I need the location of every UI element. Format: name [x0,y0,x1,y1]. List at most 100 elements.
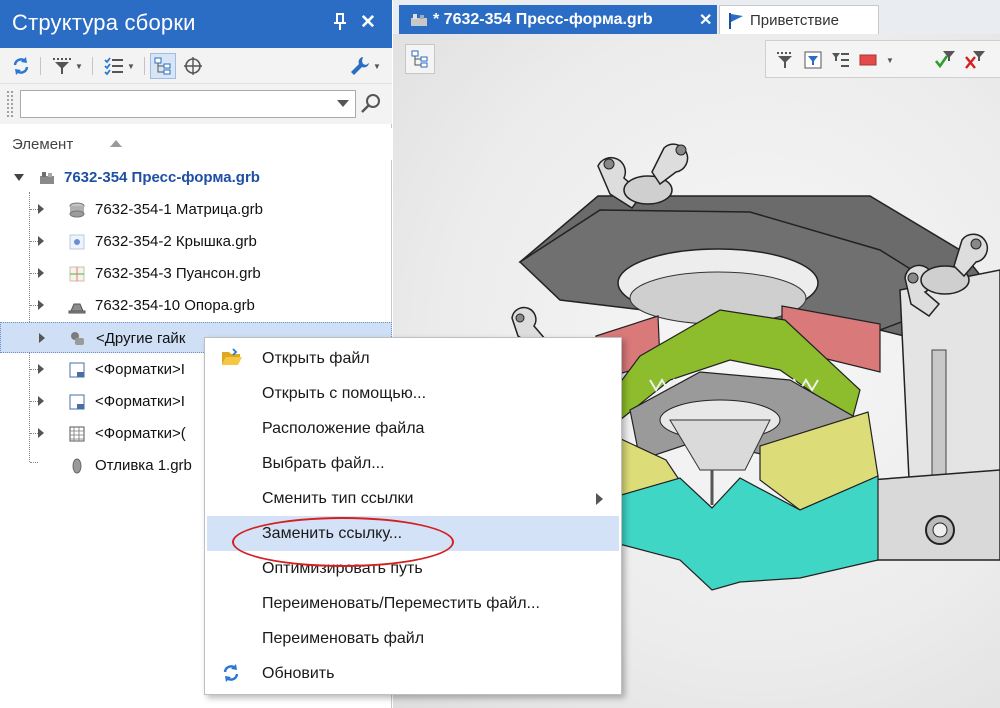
filter-clear-icon [965,51,985,69]
color-swatch-icon [859,54,877,66]
tree-item-row[interactable]: 7632-354-10 Опора.grb [0,290,392,321]
menu-item-label: Переименовать/Переместить файл... [262,595,540,612]
tree-item-label: 7632-354-3 Пуансон.grb [95,265,261,282]
expand-arrow-icon[interactable] [39,333,45,343]
folder-open-icon [222,348,242,365]
toolbar-separator [40,57,41,75]
expand-arrow-icon[interactable] [38,204,44,214]
tree-item-row[interactable]: 7632-354-3 Пуансон.grb [0,258,392,289]
tree-root-label: 7632-354 Пресс-форма.grb [64,169,260,186]
tree-item-label: <Форматки>I [95,361,185,378]
tree-structure-icon [411,50,428,68]
menu-item-label: Переименовать файл [262,630,425,647]
tree-item-row[interactable]: 7632-354-2 Крышка.grb [0,226,392,257]
filter-icon [53,58,72,74]
apply-filter-button[interactable] [934,49,956,71]
assembly-icon [40,172,54,184]
nut-part-icon [71,332,84,345]
toolbar-separator [144,57,145,75]
app-window: Структура сборки ✕ ▼ ▼ ▼ Элемент 7632-35… [0,0,1000,708]
menu-item-label: Заменить ссылку... [262,525,403,542]
refresh-icon [223,664,239,682]
tree-item-label: <Другие гайк [96,330,186,347]
search-input[interactable] [21,91,331,117]
assembly-icon [411,14,427,26]
filter-icon [777,52,793,68]
menu-item-refresh[interactable]: Обновить [207,656,619,691]
menu-item-label: Расположение файла [262,420,425,437]
chevron-down-icon: ▼ [886,55,894,65]
menu-item-open-file[interactable]: Открыть файл [207,341,619,376]
filter-button[interactable]: ▼ [48,53,86,79]
expand-arrow-icon[interactable] [38,364,44,374]
search-combobox[interactable] [20,90,356,118]
menu-item-open-with[interactable]: Открыть с помощью... [207,376,619,411]
panel-header: Структура сборки ✕ [0,0,392,48]
cylinder-part-icon [69,202,85,218]
tab-label: * 7632-354 Пресс-форма.grb [433,11,653,28]
pin-icon[interactable] [333,13,347,36]
panel-toolbar: ▼ ▼ ▼ [0,48,392,84]
menu-item-label: Обновить [262,665,335,682]
tree-item-label: 7632-354-2 Крышка.grb [95,233,257,250]
menu-item-label: Выбрать файл... [262,455,385,472]
filter-check-icon [934,51,955,69]
menu-item-label: Открыть с помощью... [262,385,427,402]
wrench-icon [351,57,370,75]
menu-item-change-link-type[interactable]: Сменить тип ссылки [207,481,619,516]
filter-box-icon [804,51,822,69]
submenu-arrow-icon [596,493,603,505]
reset-filter-button[interactable] [964,49,986,71]
tree-item-row[interactable]: 7632-354-1 Матрица.grb [0,194,392,225]
tree-view-toggle-button[interactable] [150,53,176,79]
tree-structure-icon [154,57,171,75]
column-header-label: Элемент [12,136,74,153]
tab-press-form[interactable]: * 7632-354 Пресс-форма.grb ✕ [399,5,717,34]
close-tab-icon[interactable]: ✕ [699,10,712,30]
support-part-icon [68,303,86,314]
sort-ascending-icon[interactable] [110,140,122,147]
menu-item-choose-file[interactable]: Выбрать файл... [207,446,619,481]
filter-list-button[interactable] [830,49,852,71]
casting-part-icon [72,458,82,474]
menu-item-file-location[interactable]: Расположение файла [207,411,619,446]
search-icon[interactable] [360,92,382,119]
tree-item-label: 7632-354-1 Матрица.grb [95,201,263,218]
checklist-icon [104,57,124,76]
expand-arrow-icon[interactable] [14,174,24,181]
menu-item-rename-file[interactable]: Переименовать файл [207,621,619,656]
close-panel-icon[interactable]: ✕ [360,11,376,34]
expand-arrow-icon[interactable] [38,428,44,438]
selection-filter-button[interactable] [774,49,796,71]
crosshair-icon [184,57,202,75]
tab-welcome[interactable]: Приветствие [719,5,879,34]
chevron-down-icon: ▼ [75,61,83,71]
chevron-down-icon: ▼ [127,61,135,71]
checklist-button[interactable]: ▼ [100,53,138,79]
viewport-toolbar: ▼ [765,40,1000,78]
settings-button[interactable]: ▼ [346,53,384,79]
tree-item-label: 7632-354-10 Опора.grb [95,297,255,314]
color-filter-button[interactable]: ▼ [858,49,898,71]
expand-arrow-icon[interactable] [38,268,44,278]
expand-arrow-icon[interactable] [38,396,44,406]
refresh-tree-button[interactable] [8,53,34,79]
menu-item-label: Открыть файл [262,350,370,367]
grip-handle[interactable] [6,90,14,118]
format-sheet-icon [69,362,85,378]
expand-arrow-icon[interactable] [38,236,44,246]
column-header[interactable]: Элемент [0,128,392,160]
flag-icon [729,13,743,29]
model-tree-button[interactable] [405,44,435,74]
tree-root-row[interactable]: 7632-354 Пресс-форма.grb [0,162,392,193]
menu-item-rename-move-file[interactable]: Переименовать/Переместить файл... [207,586,619,621]
target-button[interactable] [180,53,206,79]
search-row [0,84,392,124]
expand-arrow-icon[interactable] [38,300,44,310]
filter-box-button[interactable] [802,49,824,71]
chevron-down-icon[interactable] [337,100,349,107]
menu-item-optimize-path[interactable]: Оптимизировать путь [207,551,619,586]
tree-item-label: <Форматки>I [95,393,185,410]
menu-item-replace-link[interactable]: Заменить ссылку... [207,516,619,551]
drawing-part-icon [69,266,85,282]
